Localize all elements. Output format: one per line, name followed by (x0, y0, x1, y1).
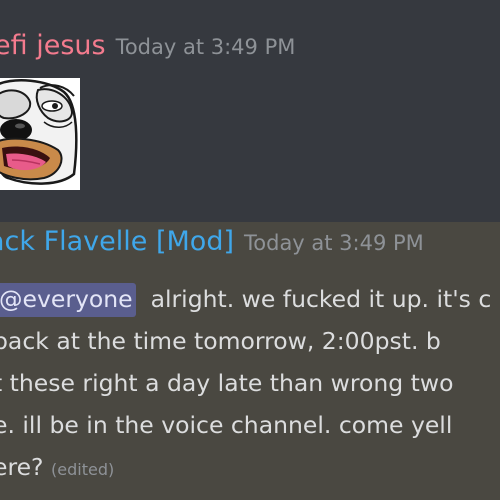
message-header: efi jesus Today at 3:49 PM (0, 30, 295, 61)
timestamp[interactable]: Today at 3:49 PM (116, 35, 296, 59)
edited-label: (edited) (51, 460, 115, 479)
username[interactable]: efi jesus (0, 30, 106, 61)
message-line: ere? (edited) (0, 446, 500, 488)
username[interactable]: ack Flavelle [Mod] (0, 226, 234, 257)
message-line: @everyone alright. we fucked it up. it's… (0, 278, 500, 320)
everyone-mention[interactable]: @everyone (0, 283, 136, 317)
message-line: e. ill be in the voice channel. come yel… (0, 404, 500, 446)
message-efi-jesus: efi jesus Today at 3:49 PM (0, 0, 500, 222)
message-line-text: back at the time tomorrow, 2:00pst. b (0, 327, 441, 355)
message-line-text: ere? (0, 453, 44, 481)
message-content: @everyone alright. we fucked it up. it's… (0, 278, 500, 488)
message-line-text: e. ill be in the voice channel. come yel… (0, 411, 453, 439)
message-line-text: alright. we fucked it up. it's c (150, 285, 492, 313)
message-line: t these right a day late than wrong two (0, 362, 500, 404)
message-line: back at the time tomorrow, 2:00pst. b (0, 320, 500, 362)
timestamp[interactable]: Today at 3:49 PM (244, 231, 424, 255)
chat-view: efi jesus Today at 3:49 PM ack Flavelle … (0, 0, 500, 500)
cartoon-dog-face-emote-icon[interactable] (0, 78, 80, 190)
message-header: ack Flavelle [Mod] Today at 3:49 PM (0, 226, 424, 257)
message-line-text: t these right a day late than wrong two (0, 369, 454, 397)
